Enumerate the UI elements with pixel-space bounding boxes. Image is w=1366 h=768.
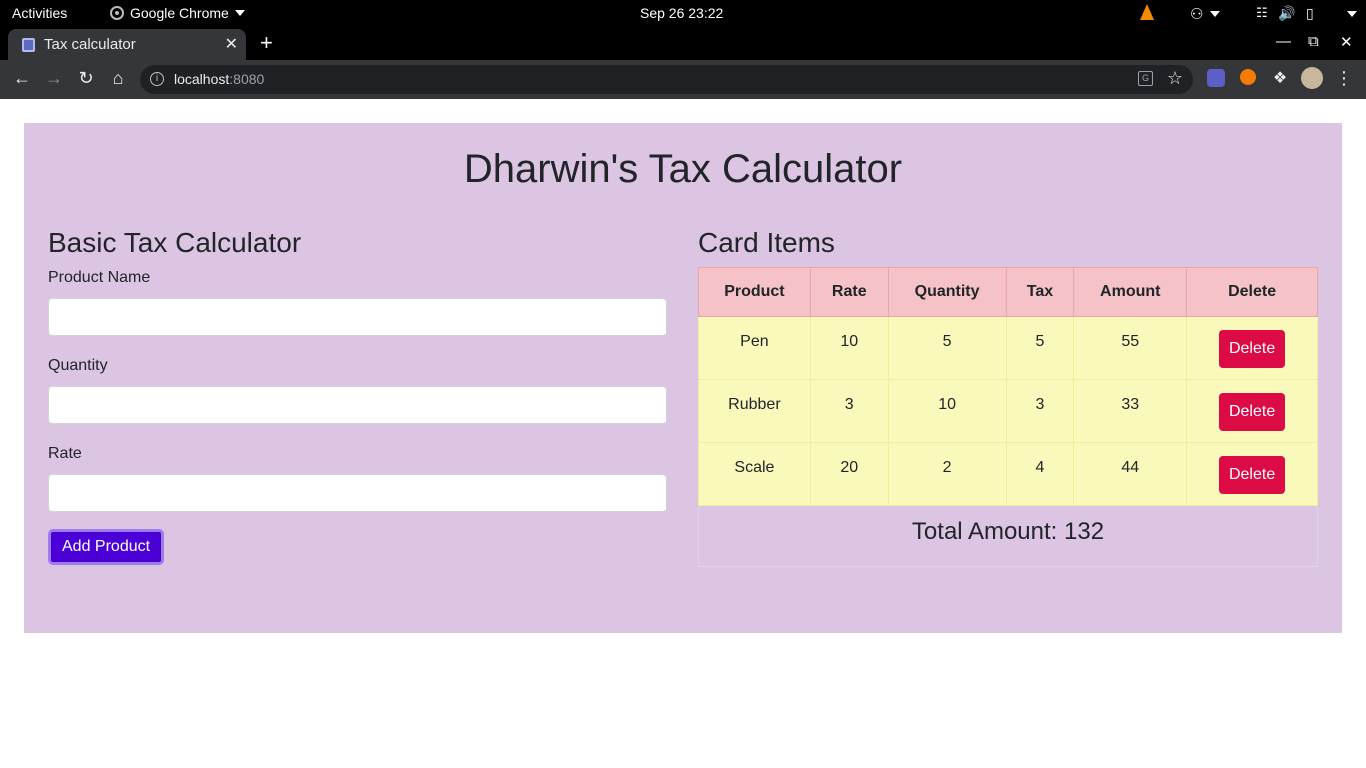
web-page: Dharwin's Tax Calculator Basic Tax Calcu…: [0, 99, 1366, 768]
url-host: localhost: [174, 71, 230, 87]
rate-label: Rate: [48, 445, 82, 462]
url-text[interactable]: localhost:8080: [174, 71, 264, 87]
cell-product: Rubber: [698, 379, 811, 443]
vlc-icon[interactable]: [1140, 4, 1154, 20]
cell-amount: 33: [1073, 379, 1188, 443]
tab-tax-calculator[interactable]: Tax calculator ✕: [8, 29, 246, 60]
app-menu[interactable]: Google Chrome: [110, 5, 245, 21]
cell-rate: 20: [809, 442, 889, 506]
more-menu-icon[interactable]: ⋮: [1334, 68, 1354, 89]
table-row: Pen 10 5 5 55 Delete: [698, 316, 1318, 380]
column-header-rate: Rate: [809, 267, 889, 317]
bookmark-star-icon[interactable]: ☆: [1167, 68, 1183, 89]
extension-icon[interactable]: [1240, 69, 1256, 85]
cell-tax: 5: [1005, 316, 1075, 380]
cart-heading: Card Items: [698, 227, 835, 258]
cell-delete: Delete: [1186, 316, 1318, 380]
app-name: Google Chrome: [130, 5, 229, 21]
chevron-down-icon: [1210, 11, 1220, 17]
cell-delete: Delete: [1186, 442, 1318, 506]
cell-product: Scale: [698, 442, 811, 506]
table-row: Scale 20 2 4 44 Delete: [698, 442, 1318, 506]
table-header-row: Product Rate Quantity Tax Amount Delete: [698, 267, 1318, 317]
activities-button[interactable]: Activities: [12, 5, 67, 21]
address-bar[interactable]: i localhost:8080 G ☆: [140, 65, 1193, 94]
accessibility-icon[interactable]: ⚇: [1190, 5, 1203, 23]
browser-toolbar: ← → ↻ ⌂ i localhost:8080 G ☆ ❖ ⋮: [0, 60, 1366, 99]
reload-icon[interactable]: ↻: [76, 68, 96, 89]
close-window-icon[interactable]: ✕: [1340, 33, 1353, 51]
rate-input[interactable]: [48, 474, 667, 512]
quantity-label: Quantity: [48, 357, 108, 374]
chevron-down-icon: [234, 10, 245, 16]
cell-amount: 44: [1073, 442, 1188, 506]
tab-strip: Tax calculator ✕ + — ⧉ ✕: [0, 27, 1366, 60]
delete-button[interactable]: Delete: [1218, 330, 1286, 368]
cell-rate: 3: [809, 379, 889, 443]
product-name-label: Product Name: [48, 269, 151, 286]
tax-form: Basic Tax Calculator Product Name Quanti…: [48, 227, 667, 565]
delete-button[interactable]: Delete: [1218, 456, 1286, 494]
cart-table: Product Rate Quantity Tax Amount Delete …: [698, 267, 1318, 506]
column-header-amount: Amount: [1073, 267, 1188, 317]
cell-rate: 10: [809, 316, 889, 380]
cell-tax: 3: [1005, 379, 1075, 443]
column-header-product: Product: [698, 267, 811, 317]
system-top-bar: Activities Google Chrome Sep 26 23:22 ⚇ …: [0, 0, 1366, 27]
cell-delete: Delete: [1186, 379, 1318, 443]
delete-button[interactable]: Delete: [1218, 393, 1286, 431]
column-header-tax: Tax: [1005, 267, 1075, 317]
info-icon[interactable]: i: [150, 72, 164, 86]
table-row: Rubber 3 10 3 33 Delete: [698, 379, 1318, 443]
product-name-input[interactable]: [48, 298, 667, 336]
battery-icon[interactable]: ▯: [1306, 5, 1314, 22]
translate-icon[interactable]: G: [1138, 71, 1153, 86]
add-product-button[interactable]: Add Product: [48, 529, 165, 565]
url-port: :8080: [229, 71, 265, 87]
cell-quantity: 10: [887, 379, 1007, 443]
network-icon[interactable]: ☷: [1256, 5, 1268, 21]
restore-icon[interactable]: ⧉: [1308, 33, 1319, 50]
back-icon[interactable]: ←: [12, 68, 32, 89]
column-header-delete: Delete: [1186, 267, 1318, 317]
cell-amount: 55: [1073, 316, 1188, 380]
chrome-icon: [110, 6, 124, 20]
extension-icon[interactable]: [1207, 69, 1225, 87]
home-icon[interactable]: ⌂: [108, 68, 128, 89]
tab-title: Tax calculator: [44, 36, 136, 53]
minimize-icon[interactable]: —: [1276, 33, 1291, 50]
system-tray[interactable]: ⚇ ☷ 🔊 ▯: [1126, 0, 1366, 27]
total-amount: Total Amount: 132: [698, 506, 1318, 567]
puzzle-icon[interactable]: ❖: [1270, 68, 1290, 88]
volume-icon[interactable]: 🔊: [1278, 5, 1295, 22]
form-heading: Basic Tax Calculator: [48, 227, 302, 258]
cell-product: Pen: [698, 316, 811, 380]
page-title: Dharwin's Tax Calculator: [463, 147, 903, 191]
profile-avatar[interactable]: [1301, 67, 1323, 89]
cell-quantity: 5: [887, 316, 1007, 380]
clock[interactable]: Sep 26 23:22: [640, 5, 723, 21]
close-tab-icon[interactable]: ✕: [225, 34, 238, 54]
quantity-input[interactable]: [48, 386, 667, 424]
calculator-favicon-icon: [22, 38, 35, 52]
cell-tax: 4: [1005, 442, 1075, 506]
calculator-container: Dharwin's Tax Calculator Basic Tax Calcu…: [24, 123, 1342, 633]
chevron-down-icon: [1347, 11, 1357, 17]
new-tab-icon[interactable]: +: [260, 30, 273, 56]
cell-quantity: 2: [887, 442, 1007, 506]
cart-section: Card Items Product Rate Quantity Tax Amo…: [698, 227, 1318, 567]
forward-icon[interactable]: →: [44, 68, 64, 89]
column-header-quantity: Quantity: [887, 267, 1007, 317]
